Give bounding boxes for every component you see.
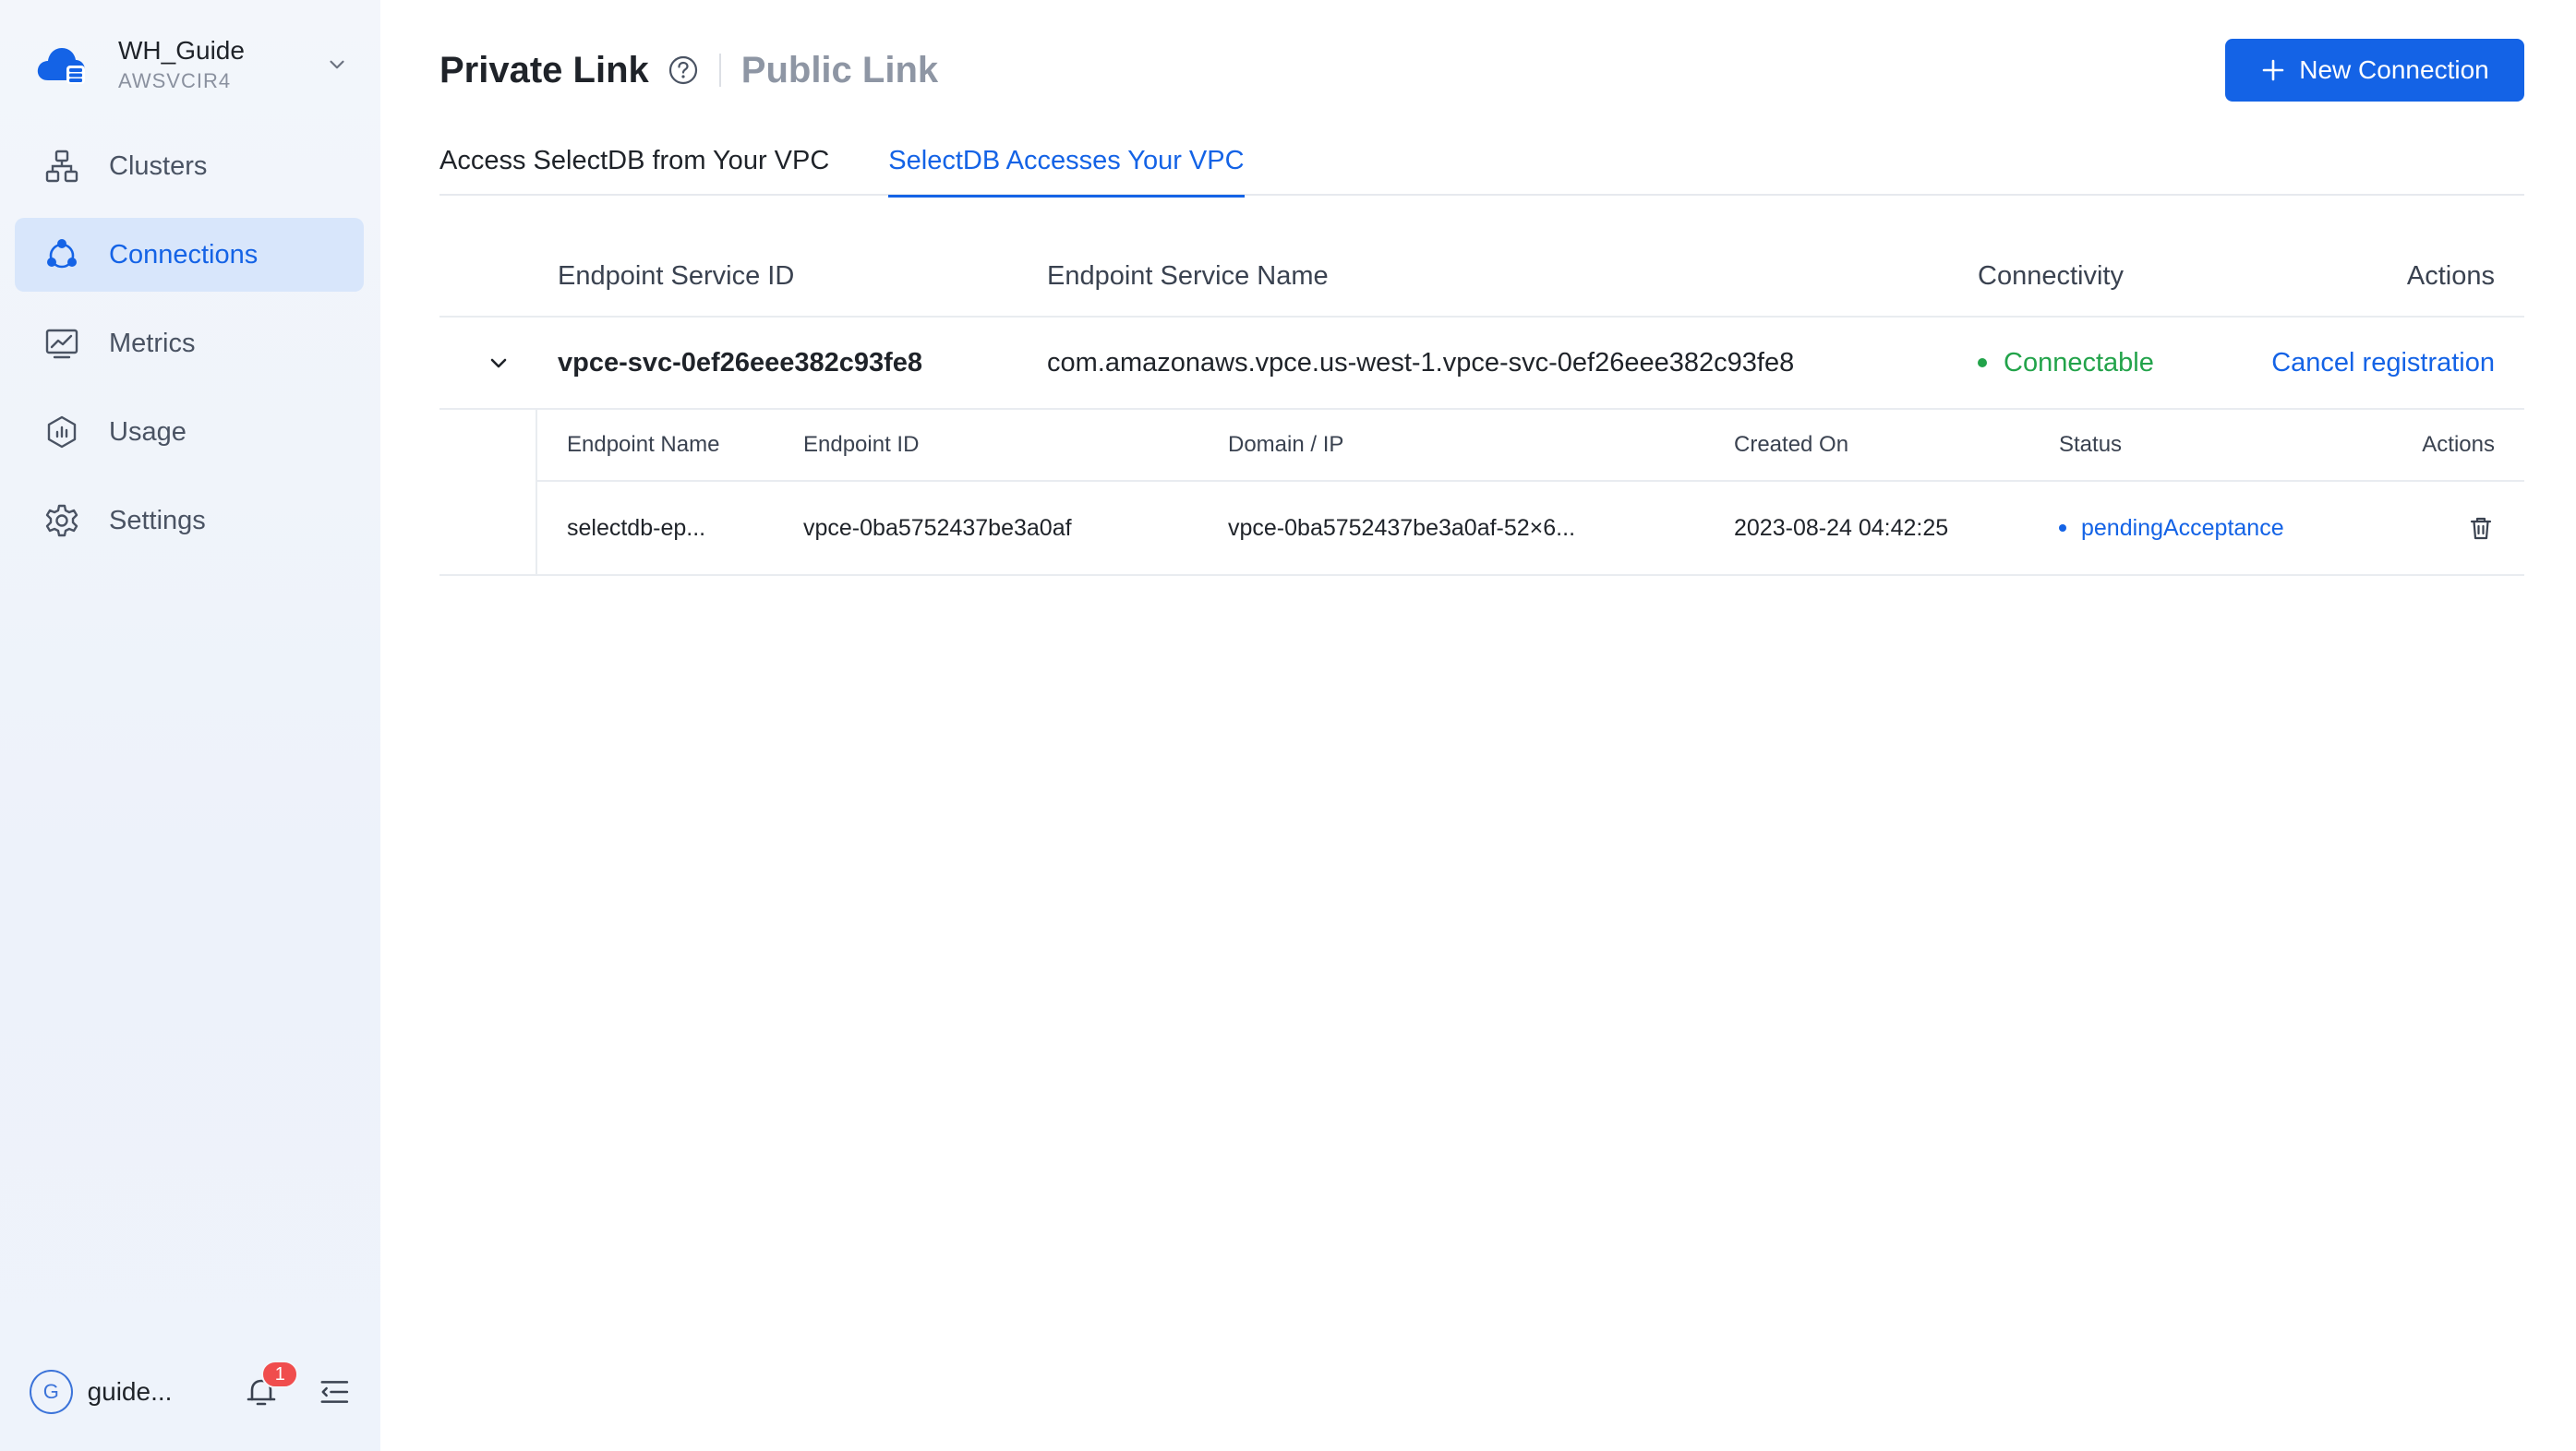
title-divider [718,54,721,87]
tab-bar: Access SelectDB from Your VPC SelectDB A… [439,129,2524,198]
sidebar-footer: G guide... 1 [30,1361,353,1418]
tab-access-from-vpc[interactable]: Access SelectDB from Your VPC [439,129,829,196]
tab-accesses-your-vpc[interactable]: SelectDB Accesses Your VPC [888,129,1245,198]
column-header-status: Status [2059,432,2123,457]
connectivity-label: Connectable [2004,347,2154,378]
table-row: selectdb-ep... vpce-0ba5752437be3a0af vp… [537,482,2524,574]
endpoint-name-cell: selectdb-ep... [567,514,706,541]
main-content: Private Link Public Link New Connection … [439,0,2524,1451]
clusters-icon [45,150,78,183]
avatar[interactable]: G [30,1370,73,1414]
status-cell: pendingAcceptance [2059,515,2336,542]
column-header-service-name: Endpoint Service Name [1047,260,1329,291]
cancel-registration-link[interactable]: Cancel registration [2271,348,2495,378]
table-row: vpce-svc-0ef26eee382c93fe8 com.amazonaws… [439,318,2524,410]
sidebar-item-label: Connections [109,239,259,270]
plus-icon [2262,59,2284,81]
column-header-actions: Actions [2422,432,2495,457]
status-badge: pendingAcceptance [2059,515,2284,542]
user-name[interactable]: guide... [88,1377,231,1407]
sidebar-item-settings[interactable]: Settings [15,484,364,558]
column-header-created-on: Created On [1734,432,1849,457]
service-id-cell: vpce-svc-0ef26eee382c93fe8 [558,347,923,378]
sidebar-item-label: Metrics [109,328,196,358]
sidebar-nav: Clusters Connections Metrics Usage Setti… [15,129,364,572]
page-header: Private Link Public Link [439,37,938,103]
chevron-down-icon[interactable] [484,348,513,378]
trash-icon[interactable] [2467,514,2495,542]
connections-icon [47,239,77,269]
expand-cell [439,348,558,378]
sidebar-item-label: Clusters [109,150,208,181]
connectivity-cell: Connectable [1978,348,2264,378]
new-connection-label: New Connection [2299,55,2489,84]
subtable-header: Endpoint Name Endpoint ID Domain / IP Cr… [537,410,2524,482]
status-dot [1978,358,1987,367]
public-link-title[interactable]: Public Link [741,50,938,91]
column-header-endpoint-name: Endpoint Name [567,432,720,457]
sidebar-item-label: Settings [109,505,206,535]
column-header-service-id: Endpoint Service ID [558,260,795,291]
sidebar-item-usage[interactable]: Usage [15,395,364,469]
status-dot [2059,524,2066,532]
usage-icon [47,415,77,449]
domain-ip-cell: vpce-0ba5752437be3a0af-52×6... [1228,514,1576,541]
notifications-button[interactable]: 1 [243,1361,299,1410]
column-header-endpoint-id: Endpoint ID [803,432,920,457]
chevron-down-icon[interactable] [325,53,349,77]
workspace-id: AWSVCIR4 [118,69,232,92]
table-header: Endpoint Service ID Endpoint Service Nam… [439,236,2524,318]
column-header-domain-ip: Domain / IP [1228,432,1344,457]
service-name-cell: com.amazonaws.vpce.us-west-1.vpce-svc-0e… [1047,347,1795,378]
sidebar-item-metrics[interactable]: Metrics [15,306,364,380]
page-title: Private Link [439,49,649,90]
cloud-database-icon [37,48,85,84]
gear-icon [45,504,78,537]
status-badge: Connectable [1978,348,2264,378]
endpoint-id-cell: vpce-0ba5752437be3a0af [803,514,1072,541]
workspace-name: WH_Guide [118,36,245,65]
column-header-connectivity: Connectivity [1978,260,2124,291]
sidebar-item-clusters[interactable]: Clusters [15,129,364,203]
sidebar-item-label: Usage [109,416,187,447]
notification-badge: 1 [261,1361,299,1388]
status-label: pendingAcceptance [2081,514,2284,541]
new-connection-button[interactable]: New Connection [2225,39,2524,102]
workspace-switcher[interactable]: WH_Guide AWSVCIR4 [35,28,349,102]
endpoint-services-table: Endpoint Service ID Endpoint Service Nam… [439,236,2524,576]
collapse-menu-icon[interactable] [317,1373,353,1410]
actions-cell: Cancel registration [2264,348,2524,378]
metrics-icon [45,329,78,359]
created-on-cell: 2023-08-24 04:42:25 [1734,514,1949,541]
help-icon[interactable] [668,54,699,86]
column-header-actions: Actions [2406,260,2495,291]
subtable-gutter [439,410,537,574]
sidebar-item-connections[interactable]: Connections [15,218,364,292]
endpoint-actions-cell [2336,514,2524,542]
sidebar: WH_Guide AWSVCIR4 Clusters Connections M… [0,0,380,1451]
subtable-body: Endpoint Name Endpoint ID Domain / IP Cr… [537,410,2524,574]
endpoints-subtable: Endpoint Name Endpoint ID Domain / IP Cr… [439,410,2524,576]
